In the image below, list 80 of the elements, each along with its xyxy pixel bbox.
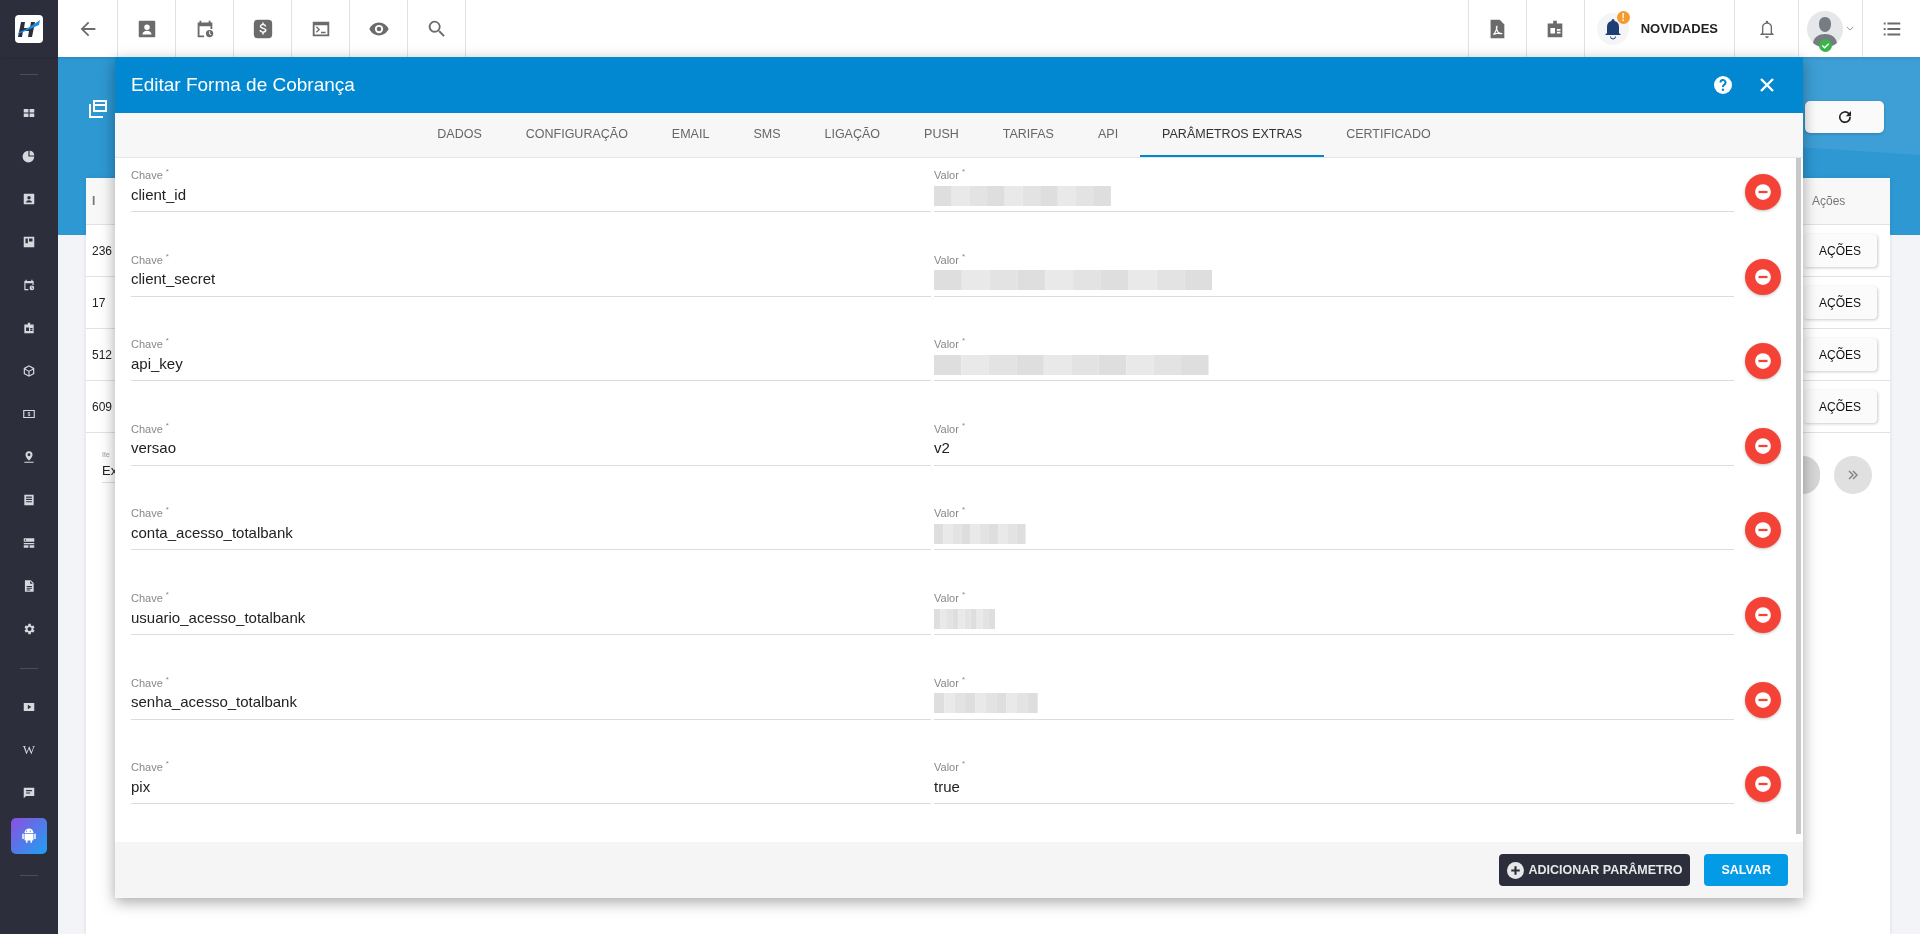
- key-field[interactable]: Chave $^{*}$ versao: [131, 420, 931, 466]
- minus-icon: [1754, 267, 1772, 286]
- remove-button[interactable]: [1745, 258, 1781, 295]
- key-field[interactable]: Chave $^{*}$ client_secret: [131, 251, 931, 297]
- help-button[interactable]: [1711, 73, 1735, 97]
- tab[interactable]: PUSH: [902, 113, 981, 157]
- sidebar-item[interactable]: [11, 818, 47, 854]
- key-field[interactable]: Chave $^{*}$ pix: [131, 759, 931, 805]
- minus-icon: [1754, 690, 1772, 709]
- chat-icon: [22, 786, 36, 800]
- tab[interactable]: SMS: [731, 113, 803, 157]
- plus-circle-icon: [1506, 861, 1524, 879]
- dollar-icon: [251, 17, 274, 40]
- pie-chart-icon: [22, 149, 36, 163]
- value-field[interactable]: Valor $^{*}$: [934, 674, 1734, 720]
- add-parameter-button[interactable]: ADICIONAR PARÂMETRO: [1498, 854, 1691, 886]
- logo-icon[interactable]: [15, 14, 43, 43]
- calendar-clock-icon: [22, 278, 36, 292]
- settings-icon: [22, 622, 36, 636]
- banknote-icon: [22, 407, 36, 421]
- key-field[interactable]: Chave $^{*}$ conta_acesso_totalbank: [131, 505, 931, 551]
- cube-icon: [22, 364, 36, 378]
- caret-icon: [1846, 26, 1854, 31]
- tab[interactable]: CERTIFICADO: [1324, 113, 1453, 157]
- blurred-value-drawing: [934, 608, 995, 629]
- minus-icon: [1754, 775, 1772, 794]
- value-field[interactable]: Valor $^{*}$: [934, 336, 1734, 382]
- minus-icon: [1754, 436, 1772, 455]
- scrollbar[interactable]: [1796, 158, 1801, 834]
- value-field[interactable]: Valor $^{*}$ true: [934, 759, 1734, 805]
- key-field[interactable]: Chave $^{*}$ usuario_acesso_totalbank: [131, 589, 931, 635]
- contact-card-icon: [22, 192, 36, 206]
- minus-icon: [1754, 183, 1772, 201]
- id-badge-icon: [22, 321, 36, 335]
- remove-button[interactable]: [1745, 427, 1781, 464]
- dialog-title: Editar Forma de Cobrança: [131, 74, 356, 96]
- remove-button[interactable]: [1745, 512, 1781, 549]
- notification-badge: !: [1616, 10, 1630, 24]
- android-icon: [20, 827, 38, 845]
- actions-button[interactable]: AÇÕES: [1803, 234, 1877, 267]
- column-header: I: [86, 178, 115, 225]
- sidebar-item[interactable]: W: [11, 732, 47, 768]
- list-icon: [22, 493, 36, 507]
- value-field[interactable]: Valor $^{*}$: [934, 251, 1734, 297]
- value-field[interactable]: Valor $^{*}$: [934, 589, 1734, 635]
- refresh-button[interactable]: [1805, 101, 1884, 133]
- key-field[interactable]: Chave $^{*}$ api_key: [131, 336, 931, 382]
- value-field[interactable]: Valor $^{*}$ v2: [934, 420, 1734, 466]
- play-icon: [22, 700, 36, 714]
- remove-button[interactable]: [1745, 766, 1781, 803]
- server-icon: [22, 536, 36, 550]
- tab[interactable]: DADOS: [415, 113, 504, 157]
- key-field[interactable]: Chave $^{*}$ senha_acesso_totalbank: [131, 674, 931, 720]
- actions-button[interactable]: AÇÕES: [1803, 338, 1877, 371]
- actions-button[interactable]: AÇÕES: [1803, 390, 1877, 423]
- value-field[interactable]: Valor $^{*}$: [934, 167, 1734, 212]
- remove-button[interactable]: [1745, 681, 1781, 718]
- grid-icon: [22, 106, 36, 120]
- remove-button[interactable]: [1745, 596, 1781, 633]
- tab[interactable]: TARIFAS: [980, 113, 1076, 157]
- board-icon: [22, 235, 36, 249]
- avatar-icon: [1807, 10, 1843, 47]
- document-icon: [22, 579, 36, 593]
- value-field[interactable]: Valor $^{*}$: [934, 505, 1734, 551]
- key-field[interactable]: Chave $^{*}$ client_id: [131, 167, 931, 212]
- tab[interactable]: CONFIGURAÇÃO: [503, 113, 650, 157]
- tab[interactable]: API: [1075, 113, 1141, 157]
- actions-button[interactable]: AÇÕES: [1803, 286, 1877, 319]
- layers-icon: [86, 97, 110, 121]
- help-icon: [1713, 75, 1733, 95]
- remove-button[interactable]: [1745, 343, 1781, 380]
- minus-icon: [1754, 605, 1772, 624]
- minus-icon: [1754, 521, 1772, 540]
- tab[interactable]: LIGAÇÃO: [802, 113, 903, 157]
- remove-button[interactable]: [1745, 174, 1781, 210]
- tab[interactable]: PARÂMETROS EXTRAS: [1140, 113, 1325, 157]
- minus-icon: [1754, 352, 1772, 371]
- column-header: Ações: [1803, 178, 1890, 225]
- location-pin-icon: [22, 450, 36, 464]
- tab[interactable]: EMAIL: [649, 113, 732, 157]
